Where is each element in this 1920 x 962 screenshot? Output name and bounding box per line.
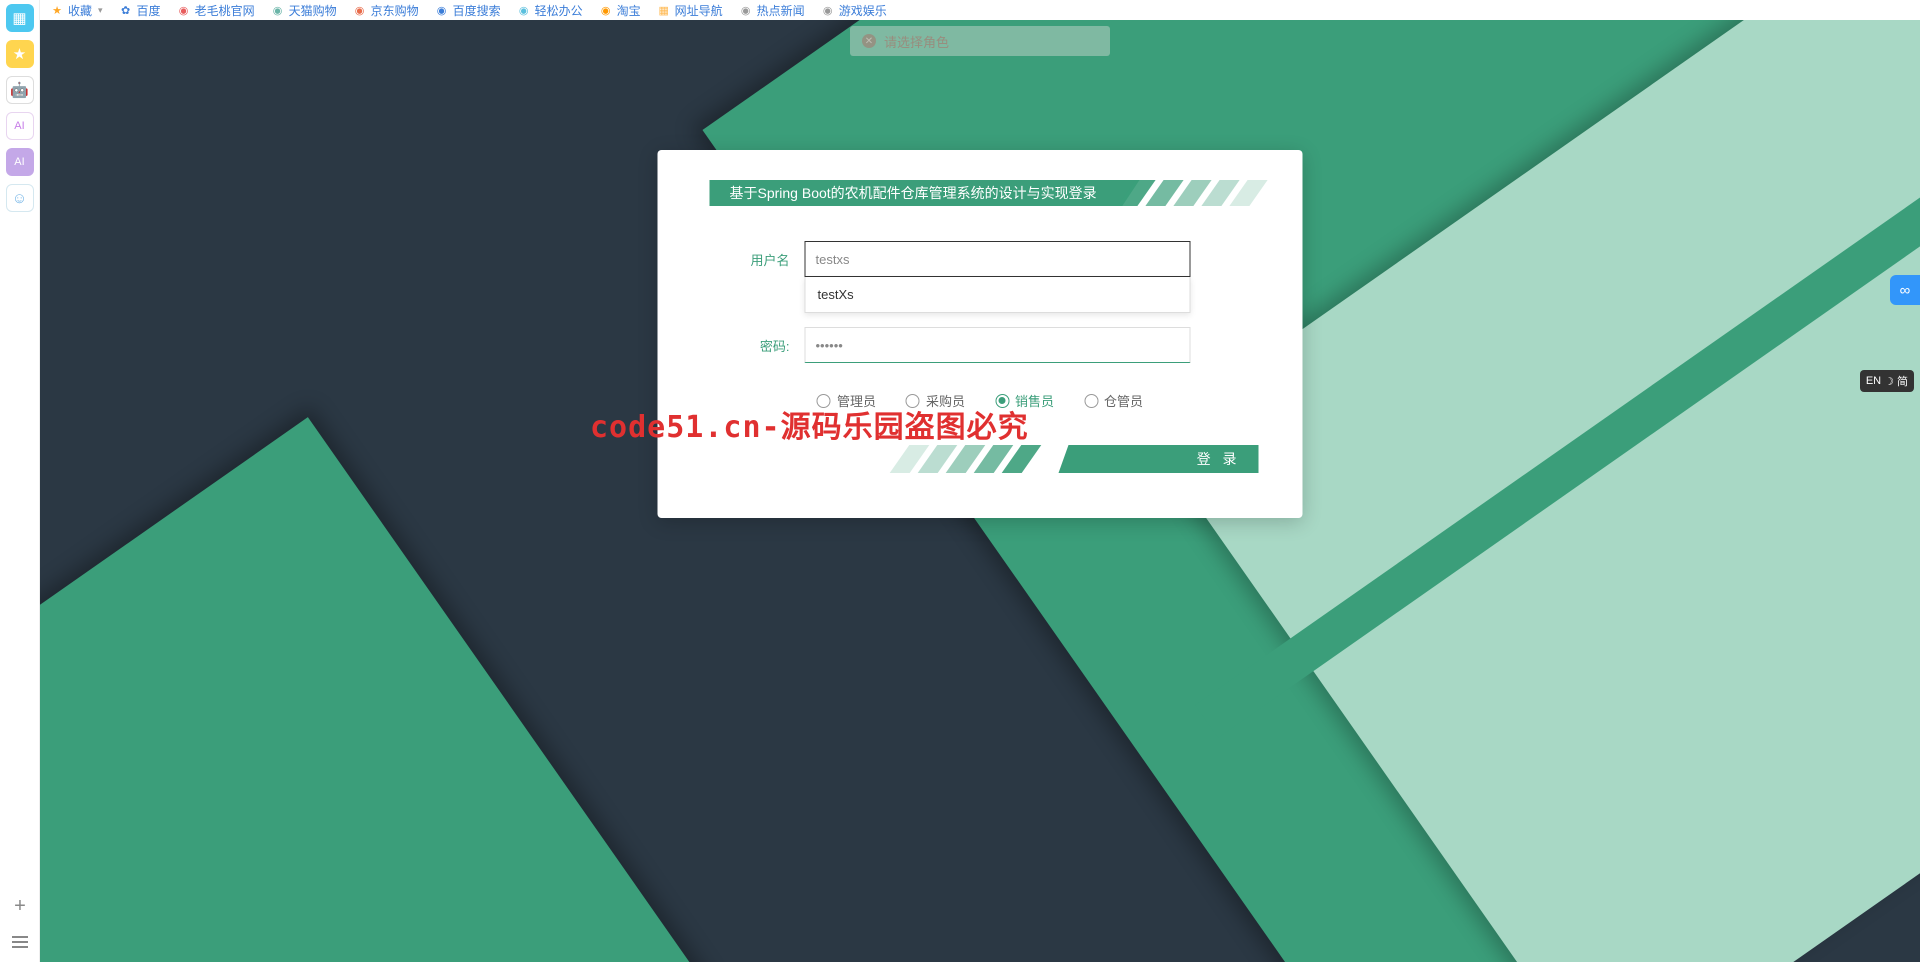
site-icon: ◉ bbox=[821, 3, 835, 17]
alert-icon: ✕ bbox=[862, 34, 876, 48]
bookmark-link[interactable]: ◉淘宝 bbox=[599, 2, 641, 19]
main-content: ✕ 请选择角色 基于Spring Boot的农机配件仓库管理系统的设计与实现登录… bbox=[40, 20, 1920, 962]
site-icon: ◉ bbox=[271, 3, 285, 17]
alert-toast: ✕ 请选择角色 bbox=[850, 26, 1110, 56]
bookmark-favorite[interactable]: ★ 收藏 ▾ bbox=[50, 2, 103, 19]
site-icon: ◉ bbox=[517, 3, 531, 17]
login-title: 基于Spring Boot的农机配件仓库管理系统的设计与实现登录 bbox=[710, 180, 1140, 206]
bookmark-favorite-label: 收藏 bbox=[68, 2, 92, 19]
site-icon: ◉ bbox=[353, 3, 367, 17]
bookmark-link[interactable]: ✿百度 bbox=[119, 2, 161, 19]
sidebar-robot-icon[interactable]: 🤖 bbox=[6, 76, 34, 104]
star-icon: ★ bbox=[50, 3, 64, 17]
sidebar-app-icon-1[interactable]: ▦ bbox=[6, 4, 34, 32]
site-icon: ◉ bbox=[739, 3, 753, 17]
watermark-text: code51.cn-源码乐园盗图必究 bbox=[590, 402, 1029, 446]
username-row: 用户名 testXs bbox=[680, 241, 1281, 277]
bookmark-link[interactable]: ◉京东购物 bbox=[353, 2, 419, 19]
bookmark-link[interactable]: ▦网址导航 bbox=[657, 2, 723, 19]
autocomplete-item[interactable]: testXs bbox=[806, 277, 1190, 312]
username-input[interactable] bbox=[805, 241, 1191, 277]
cloud-widget-icon[interactable]: ∞ bbox=[1890, 275, 1920, 305]
sidebar-ai-icon-1[interactable]: AI bbox=[6, 112, 34, 140]
site-icon: ◉ bbox=[435, 3, 449, 17]
login-card: 基于Spring Boot的农机配件仓库管理系统的设计与实现登录 用户名 tes… bbox=[658, 150, 1303, 518]
sidebar-face-icon[interactable]: ☺ bbox=[6, 184, 34, 212]
role-radio-warehouse[interactable]: 仓管员 bbox=[1084, 391, 1143, 410]
password-label: 密码: bbox=[730, 336, 790, 355]
password-input[interactable] bbox=[805, 327, 1191, 363]
bookmark-bar: ★ 收藏 ▾ ✿百度 ◉老毛桃官网 ◉天猫购物 ◉京东购物 ◉百度搜索 ◉轻松办… bbox=[40, 0, 1920, 20]
sidebar-favorites-icon[interactable]: ★ bbox=[6, 40, 34, 68]
username-label: 用户名 bbox=[730, 250, 790, 269]
bookmark-link[interactable]: ◉天猫购物 bbox=[271, 2, 337, 19]
autocomplete-dropdown: testXs bbox=[805, 277, 1191, 313]
sidebar-ai-icon-2[interactable]: AI bbox=[6, 148, 34, 176]
sidebar-add-icon[interactable]: + bbox=[6, 892, 34, 920]
moon-icon: ☽ bbox=[1884, 375, 1894, 388]
radio-icon bbox=[1084, 394, 1098, 408]
site-icon: ◉ bbox=[599, 3, 613, 17]
login-button-wrap: 登 录 bbox=[1040, 445, 1281, 473]
login-button[interactable]: 登 录 bbox=[1059, 445, 1259, 473]
left-sidebar: ▦ ★ 🤖 AI AI ☺ + bbox=[0, 0, 40, 962]
bookmark-link[interactable]: ◉轻松办公 bbox=[517, 2, 583, 19]
alert-text: 请选择角色 bbox=[884, 32, 949, 51]
sidebar-menu-icon[interactable] bbox=[6, 928, 34, 956]
dropdown-icon: ▾ bbox=[98, 5, 103, 16]
bookmark-link[interactable]: ◉百度搜索 bbox=[435, 2, 501, 19]
login-title-wrap: 基于Spring Boot的农机配件仓库管理系统的设计与实现登录 bbox=[680, 180, 1281, 206]
bookmark-link[interactable]: ◉老毛桃官网 bbox=[177, 2, 255, 19]
button-decoration bbox=[900, 445, 1032, 473]
site-icon: ▦ bbox=[657, 3, 671, 17]
title-decoration bbox=[1127, 180, 1259, 206]
site-icon: ◉ bbox=[177, 3, 191, 17]
site-icon: ✿ bbox=[119, 3, 133, 17]
password-row: 密码: bbox=[680, 327, 1281, 363]
bookmark-link[interactable]: ◉热点新闻 bbox=[739, 2, 805, 19]
bookmark-link[interactable]: ◉游戏娱乐 bbox=[821, 2, 887, 19]
language-switch[interactable]: EN ☽ 简 bbox=[1860, 370, 1914, 392]
